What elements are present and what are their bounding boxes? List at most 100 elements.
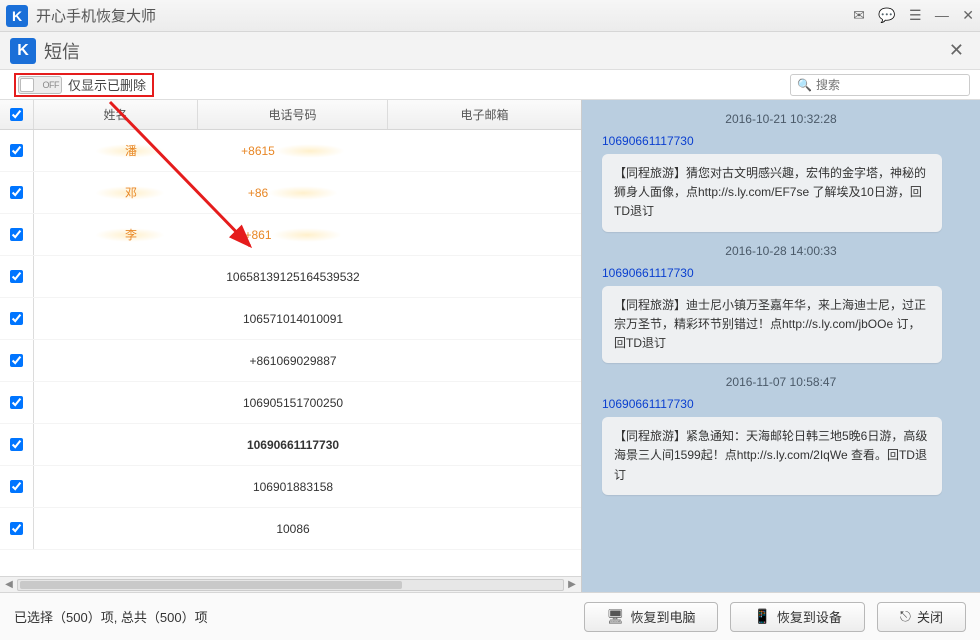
message-bubble: 【同程旅游】猜您对古文明感兴趣，宏伟的金字塔，神秘的狮身人面像，点http://… bbox=[602, 154, 942, 232]
table-row[interactable]: 邓+86 bbox=[0, 172, 581, 214]
table-row[interactable]: 106901883158 bbox=[0, 466, 581, 508]
message-timestamp: 2016-10-28 14:00:33 bbox=[594, 244, 968, 258]
row-phone: 106571014010091 bbox=[198, 298, 388, 339]
row-checkbox[interactable] bbox=[10, 312, 23, 325]
message-sender: 10690661117730 bbox=[602, 134, 968, 148]
table-row[interactable]: 10690661117730 bbox=[0, 424, 581, 466]
row-phone: 10658139125164539532 bbox=[198, 256, 388, 297]
chat-icon[interactable]: 💬 bbox=[878, 7, 895, 23]
table-row[interactable]: 106905151700250 bbox=[0, 382, 581, 424]
message-pane: 2016-10-21 10:32:28 10690661117730 【同程旅游】猜… bbox=[582, 100, 980, 592]
message-group: 2016-10-28 14:00:33 10690661117730 【同程旅游】迪… bbox=[594, 244, 968, 364]
row-mail bbox=[388, 508, 581, 549]
header-phone[interactable]: 电话号码 bbox=[198, 100, 388, 129]
row-name bbox=[34, 508, 198, 549]
menu-icon[interactable]: ☰ bbox=[909, 7, 922, 23]
row-mail bbox=[388, 382, 581, 423]
row-phone: 106901883158 bbox=[198, 466, 388, 507]
contact-table: 姓名 电话号码 电子邮箱 潘+8615邓+86李+861106581391251… bbox=[0, 100, 582, 592]
message-timestamp: 2016-10-21 10:32:28 bbox=[594, 112, 968, 126]
select-all-checkbox[interactable] bbox=[10, 108, 23, 121]
table-row[interactable]: 10658139125164539532 bbox=[0, 256, 581, 298]
close-button[interactable]: ⎋关闭 bbox=[877, 602, 966, 632]
restore-to-device-button[interactable]: 📱恢复到设备 bbox=[730, 602, 864, 632]
row-name bbox=[34, 466, 198, 507]
minimize-icon[interactable]: — bbox=[935, 7, 949, 23]
row-mail bbox=[388, 130, 581, 171]
row-phone: 10690661117730 bbox=[198, 424, 388, 465]
row-phone: 106905151700250 bbox=[198, 382, 388, 423]
phone-icon: 📱 bbox=[753, 608, 770, 625]
table-row[interactable]: 10086 bbox=[0, 508, 581, 550]
row-name bbox=[34, 298, 198, 339]
row-phone: +86 bbox=[198, 172, 388, 213]
row-checkbox[interactable] bbox=[10, 480, 23, 493]
row-name bbox=[34, 382, 198, 423]
monitor-icon: 🖥 bbox=[607, 608, 625, 625]
row-checkbox[interactable] bbox=[10, 186, 23, 199]
row-checkbox[interactable] bbox=[10, 438, 23, 451]
row-name bbox=[34, 256, 198, 297]
row-mail bbox=[388, 214, 581, 255]
scroll-right-icon[interactable]: ▶ bbox=[566, 579, 578, 590]
message-sender: 10690661117730 bbox=[602, 266, 968, 280]
wechat-icon[interactable]: ✉ bbox=[853, 7, 865, 23]
row-checkbox[interactable] bbox=[10, 396, 23, 409]
header-name[interactable]: 姓名 bbox=[34, 100, 198, 129]
module-close-icon[interactable]: ✕ bbox=[949, 40, 964, 61]
row-mail bbox=[388, 172, 581, 213]
horizontal-scrollbar[interactable]: ◀ ▶ bbox=[0, 576, 581, 592]
row-name bbox=[34, 424, 198, 465]
message-timestamp: 2016-11-07 10:58:47 bbox=[594, 375, 968, 389]
row-mail bbox=[388, 466, 581, 507]
table-body: 潘+8615邓+86李+8611065813912516453953210657… bbox=[0, 130, 581, 576]
selection-status: 已选择（500）项, 总共（500）项 bbox=[14, 607, 572, 626]
deleted-only-toggle[interactable]: OFF bbox=[18, 76, 62, 94]
filter-label: 仅显示已删除 bbox=[68, 75, 146, 94]
message-group: 2016-10-21 10:32:28 10690661117730 【同程旅游】猜… bbox=[594, 112, 968, 232]
search-icon: 🔍 bbox=[797, 78, 812, 92]
app-title: 开心手机恢复大师 bbox=[36, 5, 843, 26]
row-name bbox=[34, 340, 198, 381]
table-row[interactable]: 潘+8615 bbox=[0, 130, 581, 172]
highlight-box: OFF 仅显示已删除 bbox=[14, 73, 154, 97]
row-name: 邓 bbox=[34, 172, 198, 213]
message-sender: 10690661117730 bbox=[602, 397, 968, 411]
table-row[interactable]: 李+861 bbox=[0, 214, 581, 256]
table-row[interactable]: +861069029887 bbox=[0, 340, 581, 382]
module-icon: K bbox=[10, 38, 36, 64]
search-input[interactable] bbox=[816, 78, 956, 92]
close-icon[interactable]: ✕ bbox=[962, 7, 974, 23]
row-name: 李 bbox=[34, 214, 198, 255]
titlebar: K 开心手机恢复大师 ✉ 💬 ☰ — ✕ bbox=[0, 0, 980, 32]
row-name: 潘 bbox=[34, 130, 198, 171]
search-box[interactable]: 🔍 bbox=[790, 74, 970, 96]
message-group: 2016-11-07 10:58:47 10690661117730 【同程旅游】紧… bbox=[594, 375, 968, 495]
exit-icon: ⎋ bbox=[900, 608, 911, 625]
row-phone: +8615 bbox=[198, 130, 388, 171]
row-phone: +861069029887 bbox=[198, 340, 388, 381]
row-checkbox[interactable] bbox=[10, 270, 23, 283]
row-phone: +861 bbox=[198, 214, 388, 255]
module-title: 短信 bbox=[44, 38, 949, 64]
header-mail[interactable]: 电子邮箱 bbox=[388, 100, 581, 129]
row-checkbox[interactable] bbox=[10, 228, 23, 241]
row-mail bbox=[388, 298, 581, 339]
app-icon: K bbox=[6, 5, 28, 27]
row-mail bbox=[388, 424, 581, 465]
table-row[interactable]: 106571014010091 bbox=[0, 298, 581, 340]
row-checkbox[interactable] bbox=[10, 522, 23, 535]
row-mail bbox=[388, 256, 581, 297]
restore-to-pc-button[interactable]: 🖥恢复到电脑 bbox=[584, 602, 719, 632]
message-bubble: 【同程旅游】紧急通知：天海邮轮日韩三地5晚6日游，高级海景三人间1599起！点h… bbox=[602, 417, 942, 495]
message-bubble: 【同程旅游】迪士尼小镇万圣嘉年华，来上海迪士尼，过正宗万圣节，精彩环节别错过！点… bbox=[602, 286, 942, 364]
subheader: K 短信 ✕ bbox=[0, 32, 980, 70]
footer: 已选择（500）项, 总共（500）项 🖥恢复到电脑 📱恢复到设备 ⎋关闭 bbox=[0, 592, 980, 640]
row-checkbox[interactable] bbox=[10, 354, 23, 367]
row-checkbox[interactable] bbox=[10, 144, 23, 157]
row-mail bbox=[388, 340, 581, 381]
filter-bar: OFF 仅显示已删除 🔍 bbox=[0, 70, 980, 100]
scroll-left-icon[interactable]: ◀ bbox=[3, 579, 15, 590]
table-header: 姓名 电话号码 电子邮箱 bbox=[0, 100, 581, 130]
row-phone: 10086 bbox=[198, 508, 388, 549]
